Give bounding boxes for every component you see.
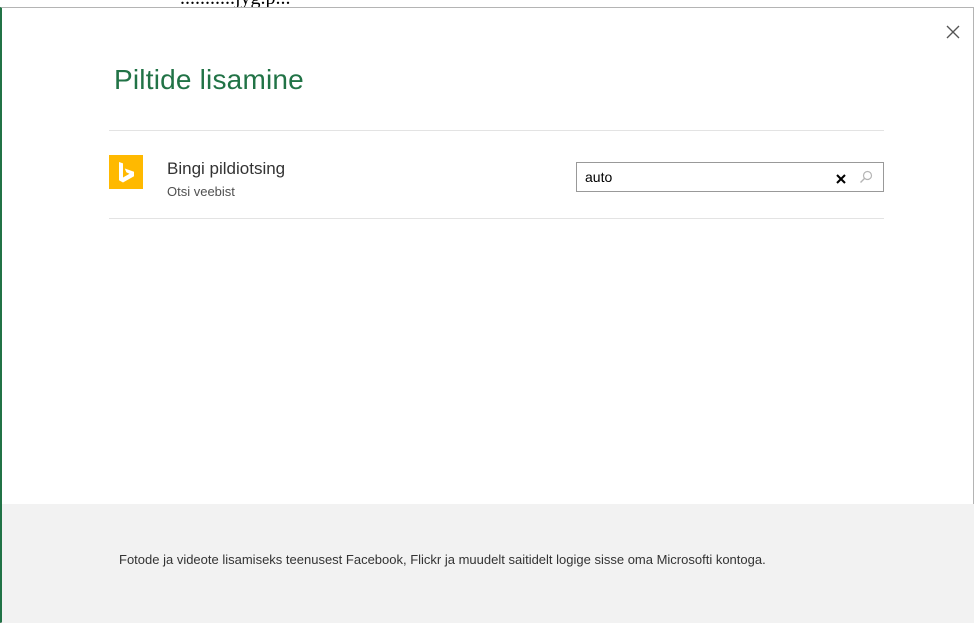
search-button[interactable] — [859, 170, 873, 184]
close-icon — [946, 25, 960, 39]
close-button[interactable] — [941, 20, 965, 44]
clear-icon — [836, 174, 846, 184]
clear-button[interactable] — [835, 172, 847, 184]
bing-logo-icon — [109, 155, 143, 189]
search-icon — [860, 170, 873, 183]
source-subtitle: Otsi veebist — [167, 184, 235, 199]
divider — [109, 218, 884, 219]
source-row-bing: Bingi pildiotsing Otsi veebist — [109, 131, 884, 218]
source-name: Bingi pildiotsing — [167, 159, 286, 178]
footer-text: Fotode ja videote lisamiseks teenusest F… — [119, 552, 766, 567]
dialog-title: Piltide lisamine — [114, 64, 304, 95]
search-input[interactable] — [585, 168, 815, 186]
search-box — [576, 162, 884, 192]
footer: Fotode ja videote lisamiseks teenusest F… — [2, 504, 974, 623]
insert-pictures-dialog: Piltide lisamine Bingi pildiotsing Otsi … — [0, 7, 974, 623]
